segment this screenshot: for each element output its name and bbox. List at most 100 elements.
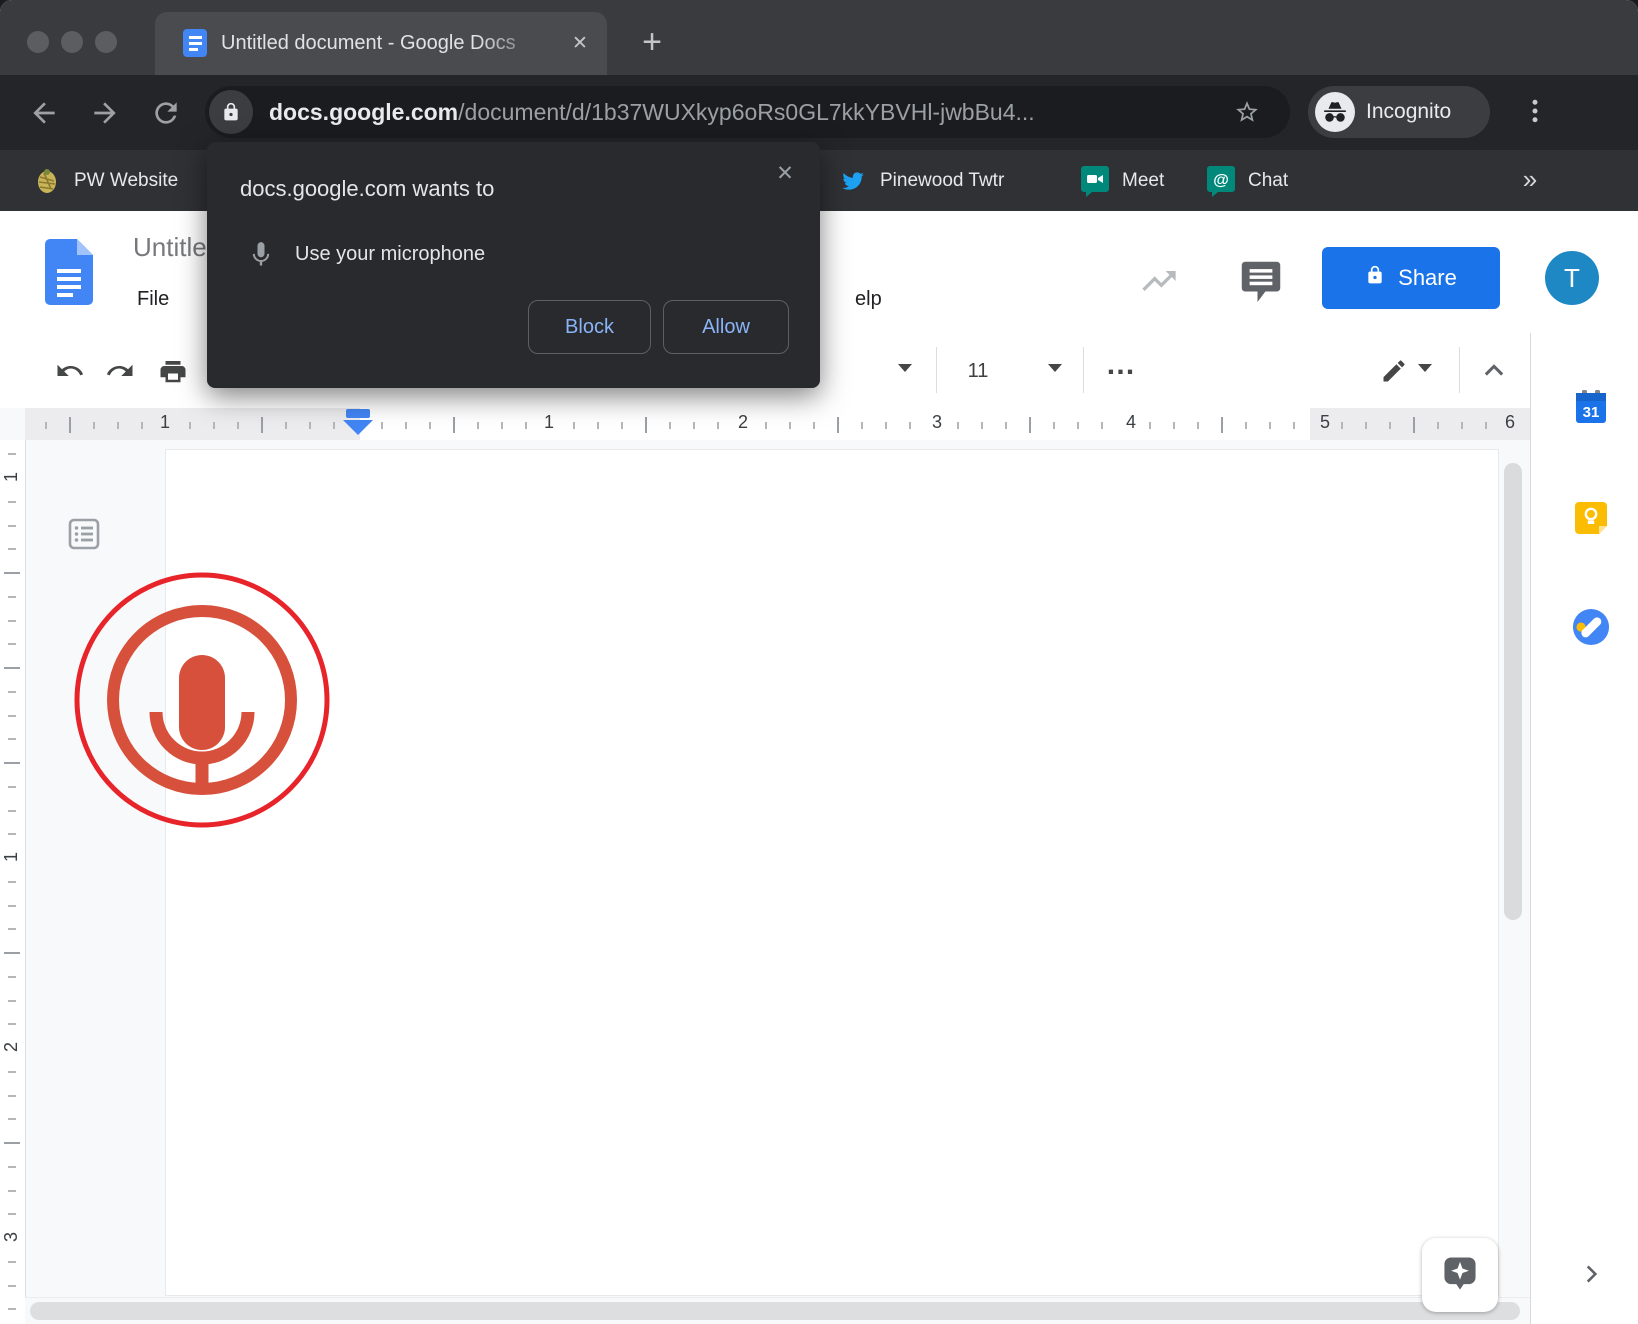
ruler-tick <box>1173 422 1175 429</box>
keep-icon[interactable] <box>1572 499 1610 537</box>
ruler-tick <box>957 422 959 429</box>
browser-menu-icon[interactable] <box>1520 96 1550 131</box>
ruler-tick <box>8 548 16 550</box>
bookmark-pinewood-twtr[interactable]: Pinewood Twtr <box>838 150 1004 211</box>
zoom-window-button[interactable] <box>95 31 117 53</box>
ruler-tick <box>381 422 383 429</box>
ruler-tick <box>261 417 263 433</box>
ruler-tick <box>8 501 16 503</box>
ruler-tick <box>8 1000 16 1002</box>
avatar[interactable]: T <box>1545 251 1599 305</box>
ruler-tick <box>8 1095 16 1097</box>
ruler-tick <box>765 422 767 429</box>
ruler-number: 3 <box>927 412 947 433</box>
share-button[interactable]: Share <box>1322 247 1500 309</box>
ruler-tick <box>8 1190 16 1192</box>
ruler-tick <box>1389 422 1391 429</box>
menu-help-partial[interactable]: elp <box>855 288 882 311</box>
ruler-tick <box>1413 417 1415 433</box>
close-tab-icon[interactable]: ✕ <box>560 12 600 75</box>
collapse-toolbar-icon[interactable] <box>1474 351 1514 391</box>
allow-button[interactable]: Allow <box>663 300 789 354</box>
ruler-number: 2 <box>733 412 753 433</box>
address-bar[interactable]: docs.google.com/document/d/1b37WUXkyp6oR… <box>205 86 1290 138</box>
bookmark-meet[interactable]: Meet <box>1080 150 1164 211</box>
toolbar-divider <box>936 347 937 393</box>
dialog-permission-text: Use your microphone <box>295 243 485 266</box>
new-tab-button[interactable]: + <box>630 12 674 75</box>
ruler-tick <box>45 422 47 429</box>
dialog-close-icon[interactable]: ✕ <box>765 154 805 194</box>
voice-typing-mic-widget[interactable] <box>72 570 332 830</box>
ruler-tick <box>1269 422 1271 429</box>
redo-icon[interactable] <box>100 351 140 391</box>
ruler-number: 4 <box>1121 412 1141 433</box>
back-icon[interactable] <box>28 97 60 129</box>
ruler-tick <box>8 881 16 883</box>
reload-icon[interactable] <box>150 97 182 129</box>
active-tab[interactable]: Untitled document - Google Docs ✕ <box>155 12 607 75</box>
ruler-tick <box>213 422 215 429</box>
ruler-tick <box>1101 422 1103 429</box>
bookmark-star-icon[interactable] <box>1234 99 1260 130</box>
document-page[interactable] <box>166 450 1498 1295</box>
calendar-icon[interactable]: 31 <box>1572 388 1610 426</box>
ruler-tick <box>8 691 16 693</box>
edit-mode-dropdown-icon[interactable] <box>1418 364 1432 372</box>
ruler-tick <box>813 422 815 429</box>
minimize-window-button[interactable] <box>61 31 83 53</box>
url-text[interactable]: docs.google.com/document/d/1b37WUXkyp6oR… <box>269 86 1035 138</box>
comment-icon[interactable] <box>1240 258 1282 309</box>
ruler-tick <box>1005 422 1007 429</box>
block-button[interactable]: Block <box>528 300 651 354</box>
menu-file[interactable]: File <box>137 288 169 311</box>
docs-logo-icon[interactable] <box>45 239 93 310</box>
bookmarks-overflow-icon[interactable]: » <box>1510 150 1550 211</box>
close-window-button[interactable] <box>27 31 49 53</box>
more-icon[interactable]: … <box>1096 345 1146 391</box>
microphone-icon <box>247 238 275 277</box>
print-icon[interactable] <box>153 351 193 391</box>
ruler-tick <box>8 1071 16 1073</box>
ruler-number: 6 <box>1500 412 1520 433</box>
document-vertical-scrollbar[interactable] <box>1504 463 1522 920</box>
side-panel: 31 <box>1530 333 1638 1324</box>
ruler-tick <box>789 422 791 429</box>
ruler-number: 1 <box>1 846 23 868</box>
ruler-tick <box>1485 422 1487 429</box>
expand-sidebar-icon[interactable] <box>1575 1258 1607 1290</box>
site-security-lock-icon[interactable] <box>209 90 253 134</box>
horizontal-scrollbar-thumb[interactable] <box>30 1302 1520 1320</box>
ruler-tick <box>8 976 16 978</box>
font-size-dropdown-icon[interactable] <box>1048 364 1062 372</box>
ruler-tick <box>693 422 695 429</box>
forward-icon[interactable] <box>89 97 121 129</box>
url-path: /document/d/1b37WUXkyp6oRs0GL7kkYBVHl-jw… <box>458 99 1035 125</box>
ruler-tick <box>645 417 647 433</box>
trend-icon[interactable] <box>1136 261 1182 306</box>
ruler-tick <box>8 620 16 622</box>
ruler-tick <box>8 1023 16 1025</box>
pinecone-favicon <box>32 166 62 196</box>
edit-mode-pencil-icon[interactable] <box>1374 351 1414 391</box>
font-size-value[interactable]: 11 <box>956 351 1000 391</box>
ruler-tick <box>4 952 20 954</box>
ruler-tick <box>69 417 71 433</box>
bookmark-pw-website[interactable]: PW Website <box>32 150 178 211</box>
outline-icon[interactable] <box>64 514 104 554</box>
ruler-tick <box>8 453 16 455</box>
indent-marker-triangle[interactable] <box>343 420 373 435</box>
font-family-dropdown-icon[interactable] <box>898 364 912 372</box>
bookmark-label: Meet <box>1122 170 1164 192</box>
ruler-tick <box>573 422 575 429</box>
ruler-tick <box>621 422 623 429</box>
bookmark-chat[interactable]: @ Chat <box>1206 150 1288 211</box>
ruler-tick <box>8 596 16 598</box>
tab-strip: Untitled document - Google Docs ✕ + <box>0 0 1638 75</box>
indent-marker[interactable] <box>346 409 370 418</box>
explore-button[interactable] <box>1422 1238 1498 1312</box>
undo-icon[interactable] <box>50 351 90 391</box>
ruler-number: 1 <box>539 412 559 433</box>
url-host: docs.google.com <box>269 99 458 125</box>
tasks-icon[interactable] <box>1572 608 1610 646</box>
